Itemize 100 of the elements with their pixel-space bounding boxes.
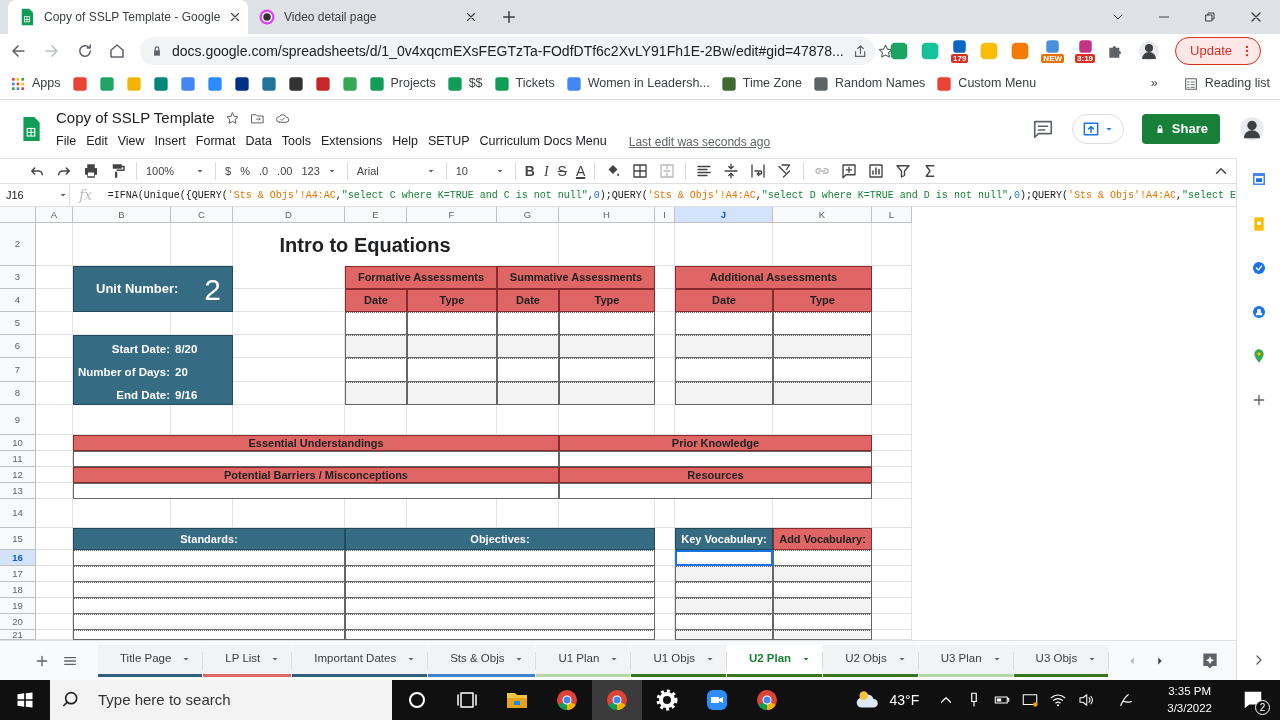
zoom-dropdown[interactable]: 100% xyxy=(146,162,206,180)
column-header[interactable]: J xyxy=(675,207,773,223)
table-header: Additional Assessments xyxy=(675,266,872,289)
sheet-tab[interactable]: U2 Plan xyxy=(726,644,823,677)
row-header[interactable]: 21 xyxy=(0,630,36,640)
row-header[interactable]: 9 xyxy=(0,405,36,435)
column-header[interactable]: G xyxy=(497,207,559,223)
sheet-tab[interactable]: U2 Objs xyxy=(823,644,918,677)
row-header[interactable]: 8 xyxy=(0,382,36,405)
row-header[interactable]: 5 xyxy=(0,312,36,335)
decrease-decimal-button[interactable]: .0 xyxy=(258,162,269,180)
sheet-tab[interactable]: U3 Objs xyxy=(1013,644,1109,677)
menu-item[interactable]: Insert xyxy=(149,132,191,152)
row-header[interactable]: 4 xyxy=(0,289,36,312)
sheet-tab[interactable]: U3 Plan xyxy=(918,644,1013,677)
column-header[interactable]: D xyxy=(233,207,345,223)
column-header[interactable]: K xyxy=(773,207,872,223)
clock-time[interactable]: 3:35 PM xyxy=(1167,683,1212,700)
info-label: Number of Days: xyxy=(76,365,170,380)
sheet-tab[interactable]: Important Dates xyxy=(292,644,428,677)
badge-count: NEW xyxy=(1041,54,1065,63)
bookmark[interactable]: Random Names xyxy=(813,74,926,93)
reading-list[interactable]: Reading list xyxy=(1182,74,1270,93)
column-header[interactable]: B xyxy=(73,207,171,223)
column-header[interactable]: I xyxy=(655,207,675,223)
column-header[interactable]: H xyxy=(559,207,655,223)
column-header[interactable]: L xyxy=(872,207,912,223)
sheet-tab[interactable]: Sts & Objs xyxy=(428,644,536,677)
sheet-tab[interactable]: U1 Objs xyxy=(631,644,726,677)
row-header[interactable]: 11 xyxy=(0,451,36,467)
row-header[interactable]: 3 xyxy=(0,266,36,289)
name-box[interactable]: J16 xyxy=(0,184,70,206)
row-header[interactable]: 10 xyxy=(0,435,36,451)
bookmark[interactable]: Custom Menu xyxy=(936,74,1037,93)
column-header[interactable]: C xyxy=(171,207,233,223)
menu-item[interactable]: Help xyxy=(387,132,423,152)
clock-date[interactable]: 3/3/2022 xyxy=(1167,700,1212,717)
row-header[interactable]: 6 xyxy=(0,335,36,358)
bookmark[interactable]: Tickets xyxy=(493,74,555,93)
format-button[interactable]: I xyxy=(543,160,549,182)
formula-input[interactable]: =IFNA(Unique({QUERY('Sts & Objs'!A4:AC,"select C where K=TRUE and C is not null",0);QUERY('Sts & Objs'!A4:AC,"select D where K=TRUE and D is not null",0);QUERY('Sts & Objs'!A4:AC,"select E xyxy=(101,187,1236,203)
unit-number: 2 xyxy=(204,271,222,308)
browser-tab[interactable]: Video detail page xyxy=(248,0,488,34)
sheet-title: Intro to Equations xyxy=(279,232,451,258)
row-header[interactable]: 7 xyxy=(0,358,36,382)
table-header: Objectives: xyxy=(345,528,655,550)
menu-item[interactable]: SETUP xyxy=(422,132,475,152)
sheet-tab[interactable]: LP List xyxy=(203,644,292,677)
info-label: Start Date: xyxy=(110,342,170,357)
menu-item[interactable]: Edit xyxy=(81,132,113,152)
row-header[interactable]: 18 xyxy=(0,582,36,598)
bookmark[interactable]: $$ xyxy=(446,74,483,93)
column-header[interactable]: E xyxy=(345,207,407,223)
percent-button[interactable]: % xyxy=(240,162,250,180)
row-header[interactable]: 17 xyxy=(0,566,36,582)
menu-item[interactable]: Extensions xyxy=(316,132,388,152)
row-header[interactable]: 14 xyxy=(0,499,36,528)
column-header[interactable]: A xyxy=(36,207,73,223)
info-label: End Date: xyxy=(115,388,170,403)
row-header[interactable]: 19 xyxy=(0,598,36,614)
format-button[interactable]: B xyxy=(524,160,535,182)
document-title[interactable]: Copy of SSLP Template xyxy=(56,106,215,130)
row-header[interactable]: 16 xyxy=(0,550,36,566)
info-value: 20 xyxy=(175,365,189,380)
share-button[interactable]: Share xyxy=(1141,114,1220,144)
search-field[interactable]: Type here to search xyxy=(50,680,392,720)
row-header[interactable]: 12 xyxy=(0,467,36,483)
update-button[interactable]: Update xyxy=(1175,37,1261,65)
menu-item[interactable]: View xyxy=(112,132,150,152)
column-heading: Date xyxy=(675,289,773,312)
row-header[interactable]: 2 xyxy=(0,223,36,266)
browser-tab[interactable]: Copy of SSLP Template - Google xyxy=(8,0,248,34)
menu-item[interactable]: File xyxy=(51,132,82,152)
format-button[interactable]: A xyxy=(575,160,586,182)
currency-button[interactable]: $ xyxy=(225,162,232,180)
menu-item[interactable]: Curriculum Docs Menu xyxy=(474,132,612,152)
sheet-tab[interactable]: U1 Plan xyxy=(536,644,631,677)
menu-item[interactable]: Format xyxy=(190,132,241,152)
bookmark[interactable]: Women in Leadersh... xyxy=(565,74,710,93)
temperature[interactable]: 43°F xyxy=(889,689,920,711)
format-button[interactable]: S xyxy=(557,160,567,182)
increase-decimal-button[interactable]: .00 xyxy=(277,162,293,180)
menu-item[interactable]: Data xyxy=(240,132,277,152)
table-header: Key Vocabulary: xyxy=(675,528,773,550)
bookmark[interactable]: Apps xyxy=(10,74,61,93)
column-header[interactable]: F xyxy=(407,207,497,223)
row-header[interactable]: 20 xyxy=(0,614,36,630)
unit-label: Unit Number: xyxy=(96,280,179,299)
menu-item[interactable]: Tools xyxy=(276,132,317,152)
sheet-tab[interactable]: Title Page xyxy=(98,644,203,677)
font-dropdown[interactable]: Arial xyxy=(356,162,437,180)
badge-count: 3:19 xyxy=(1075,54,1096,63)
bookmark[interactable]: Projects xyxy=(368,74,436,93)
format-dropdown[interactable]: 123 xyxy=(301,162,338,180)
row-header[interactable]: 15 xyxy=(0,528,36,550)
row-header[interactable]: 13 xyxy=(0,483,36,499)
last-edit-link[interactable]: Last edit was seconds ago xyxy=(623,132,776,151)
font-size-dropdown[interactable]: 10 xyxy=(455,162,506,180)
bookmark[interactable]: Time Zone xyxy=(720,74,803,93)
overflow-chevron[interactable]: » xyxy=(1150,74,1158,93)
